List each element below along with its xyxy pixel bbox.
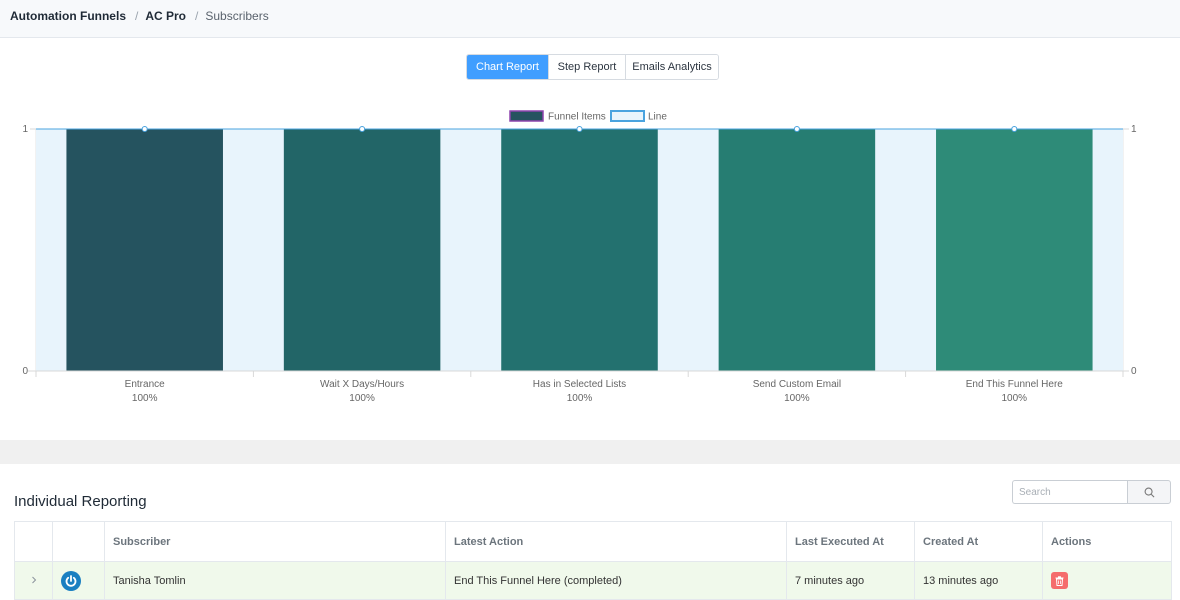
bar-3: [501, 129, 658, 371]
tab-step-report[interactable]: Step Report: [548, 55, 625, 79]
x-tick-label: Wait X Days/Hours: [320, 379, 404, 390]
breadcrumb-bar: Automation Funnels / AC Pro / Subscribers: [0, 0, 1180, 38]
line-point-2: [359, 126, 366, 132]
bar-2: [283, 129, 441, 371]
chevron-right-icon[interactable]: [30, 576, 38, 584]
section-divider: [0, 440, 1180, 464]
individual-reporting-title: Individual Reporting: [14, 493, 147, 510]
power-icon: [61, 570, 81, 591]
status-cell: [52, 561, 105, 600]
bar-4: [718, 129, 876, 371]
chart-plot-area: 0 1 0 1 Entrance 100% Wait X Days/Hours 100% Has…: [22, 124, 1137, 404]
table-header-row: Subscriber Latest Action Last Executed A…: [14, 521, 1172, 562]
search-group: [1012, 480, 1171, 504]
line-point-1: [141, 126, 148, 132]
search-button[interactable]: [1127, 480, 1171, 504]
funnel-chart-svg: Funnel Items Line 0 1 0 1 Entrance 100% Wait X…: [22, 110, 1137, 404]
breadcrumb: Automation Funnels / AC Pro / Subscribers: [10, 9, 269, 23]
breadcrumb-item-automation-funnels[interactable]: Automation Funnels: [10, 9, 126, 23]
x-tick-sublabel: 100%: [784, 393, 810, 404]
column-header-latest-action: Latest Action: [445, 521, 787, 562]
column-header-created-at: Created At: [914, 521, 1043, 562]
column-header-expand: [14, 521, 53, 562]
x-tick-label: End This Funnel Here: [966, 379, 1064, 390]
x-tick-sublabel: 100%: [132, 393, 158, 404]
legend-swatch-funnel-items: [509, 110, 544, 122]
x-tick-label: Has in Selected Lists: [533, 379, 626, 390]
latest-action-cell: End This Funnel Here (completed): [445, 561, 787, 600]
line-point-3: [576, 126, 583, 132]
bar-1: [66, 129, 223, 371]
bar-5: [936, 129, 1093, 371]
legend-swatch-line: [610, 110, 645, 122]
search-icon: [1144, 487, 1154, 497]
breadcrumb-separator: /: [195, 9, 199, 23]
breadcrumb-item-ac-pro[interactable]: AC Pro: [145, 9, 186, 23]
x-tick-label: Entrance: [125, 379, 165, 390]
table-row: Tanisha Tomlin End This Funnel Here (com…: [14, 561, 1172, 600]
subscriber-cell: Tanisha Tomlin: [104, 561, 446, 600]
delete-button[interactable]: [1051, 572, 1068, 589]
breadcrumb-item-subscribers: Subscribers: [205, 9, 269, 23]
tab-chart-report[interactable]: Chart Report: [467, 55, 548, 79]
x-tick-label: Send Custom Email: [753, 379, 841, 390]
actions-cell: [1042, 561, 1172, 600]
created-at-cell: 13 minutes ago: [914, 561, 1043, 600]
funnel-chart: Funnel Items Line 0 1 0 1 Entrance 100% Wait X…: [0, 100, 1180, 420]
search-input[interactable]: [1012, 480, 1127, 504]
tab-emails-analytics[interactable]: Emails Analytics: [625, 55, 718, 79]
x-tick-sublabel: 100%: [567, 393, 593, 404]
line-point-5: [1011, 126, 1018, 132]
chart-legend: Funnel Items Line: [509, 110, 667, 123]
x-tick-sublabel: 100%: [349, 393, 375, 404]
y-tick-label-left: 0: [22, 366, 28, 377]
y-tick-label-right: 1: [1131, 124, 1137, 135]
last-executed-at-cell: 7 minutes ago: [786, 561, 915, 600]
y-tick-label-left: 1: [22, 124, 28, 135]
trash-icon: [1055, 575, 1064, 586]
report-tabs: Chart Report Step Report Emails Analytic…: [466, 54, 719, 80]
expand-cell: [14, 561, 53, 600]
y-tick-label-right: 0: [1131, 366, 1137, 377]
legend-label-funnel-items: Funnel Items: [548, 112, 606, 123]
column-header-status: [52, 521, 105, 562]
line-point-4: [793, 126, 800, 132]
legend-label-line: Line: [648, 112, 667, 123]
x-tick-sublabel: 100%: [1002, 393, 1028, 404]
column-header-subscriber: Subscriber: [104, 521, 446, 562]
column-header-last-executed-at: Last Executed At: [786, 521, 915, 562]
column-header-actions: Actions: [1042, 521, 1172, 562]
breadcrumb-separator: /: [135, 9, 139, 23]
subscribers-table: Subscriber Latest Action Last Executed A…: [14, 521, 1172, 600]
